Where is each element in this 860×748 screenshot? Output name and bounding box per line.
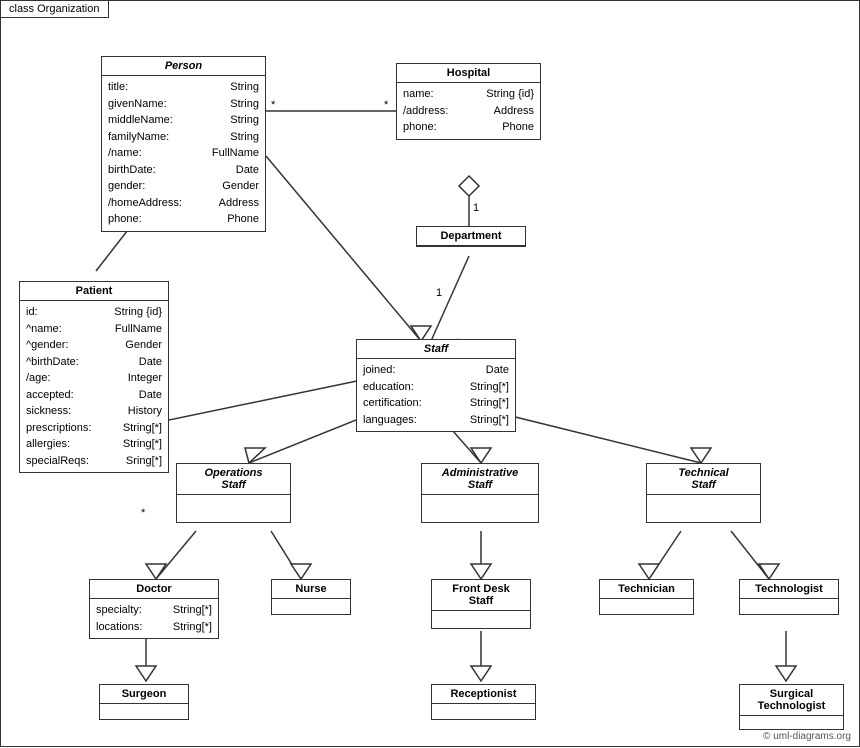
technician-box: Technician: [599, 579, 694, 615]
diagram-title: class Organization: [1, 1, 109, 18]
patient-attrs: id:String {id} ^name:FullName ^gender:Ge…: [20, 301, 168, 472]
technologist-box: Technologist: [739, 579, 839, 615]
hospital-box: Hospital name:String {id} /address:Addre…: [396, 63, 541, 140]
technical-staff-box: Technical Staff: [646, 463, 761, 523]
technologist-title: Technologist: [740, 580, 838, 599]
staff-box: Staff joined:Date education:String[*] ce…: [356, 339, 516, 432]
nurse-box: Nurse: [271, 579, 351, 615]
person-attrs: title:String givenName:String middleName…: [102, 76, 265, 231]
surgical-technologist-title: Surgical Technologist: [740, 685, 843, 716]
surgical-technologist-box: Surgical Technologist: [739, 684, 844, 730]
staff-title: Staff: [357, 340, 515, 359]
svg-text:*: *: [384, 99, 389, 111]
department-box: Department: [416, 226, 526, 247]
staff-attrs: joined:Date education:String[*] certific…: [357, 359, 515, 431]
surgeon-title: Surgeon: [100, 685, 188, 704]
person-title: Person: [102, 57, 265, 76]
department-title: Department: [417, 227, 525, 246]
diagram-container: class Organization * * 1 * 1 * * *: [0, 0, 860, 747]
receptionist-title: Receptionist: [432, 685, 535, 704]
technician-title: Technician: [600, 580, 693, 599]
person-box: Person title:String givenName:String mid…: [101, 56, 266, 232]
doctor-title: Doctor: [90, 580, 218, 599]
patient-title: Patient: [20, 282, 168, 301]
svg-text:1: 1: [436, 287, 442, 299]
doctor-box: Doctor specialty:String[*] locations:Str…: [89, 579, 219, 639]
receptionist-box: Receptionist: [431, 684, 536, 720]
doctor-attrs: specialty:String[*] locations:String[*]: [90, 599, 218, 638]
operations-staff-box: Operations Staff: [176, 463, 291, 523]
administrative-staff-title: Administrative Staff: [422, 464, 538, 495]
operations-staff-title: Operations Staff: [177, 464, 290, 495]
hospital-attrs: name:String {id} /address:Address phone:…: [397, 83, 540, 139]
copyright: © uml-diagrams.org: [763, 731, 851, 742]
administrative-staff-box: Administrative Staff: [421, 463, 539, 523]
svg-text:1: 1: [473, 202, 479, 214]
hospital-title: Hospital: [397, 64, 540, 83]
technical-staff-title: Technical Staff: [647, 464, 760, 495]
svg-text:*: *: [141, 507, 146, 519]
surgeon-box: Surgeon: [99, 684, 189, 720]
front-desk-staff-title: Front Desk Staff: [432, 580, 530, 611]
svg-text:*: *: [271, 99, 276, 111]
nurse-title: Nurse: [272, 580, 350, 599]
patient-box: Patient id:String {id} ^name:FullName ^g…: [19, 281, 169, 473]
front-desk-staff-box: Front Desk Staff: [431, 579, 531, 629]
